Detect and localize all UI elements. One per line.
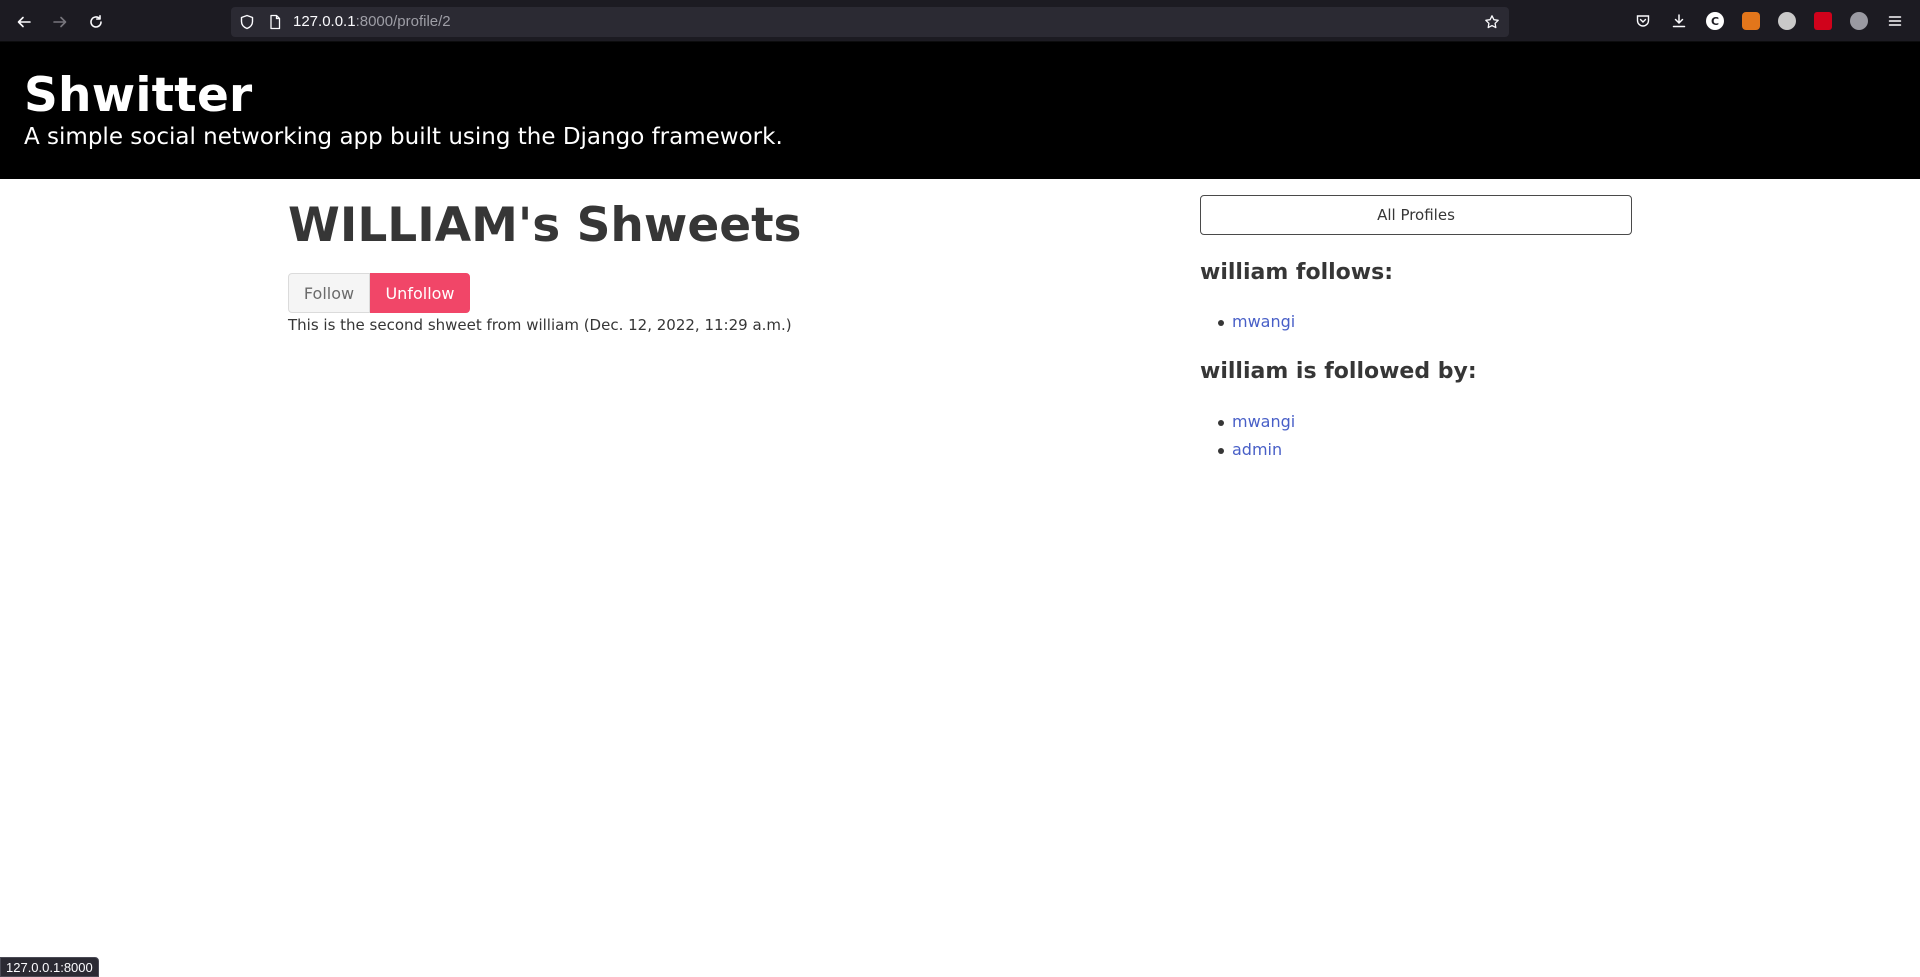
shweet-item: This is the second shweet from william (…: [288, 316, 792, 334]
follow-button[interactable]: Follow: [288, 273, 370, 313]
url-text[interactable]: 127.0.0.1:8000/profile/2: [293, 14, 451, 30]
arrow-right-icon: [53, 16, 67, 28]
follow-button-group: Follow Unfollow: [288, 273, 470, 313]
followed-by-heading: william is followed by:: [1200, 359, 1477, 384]
address-bar[interactable]: 127.0.0.1:8000/profile/2: [231, 7, 1509, 37]
reload-button[interactable]: [82, 8, 110, 36]
bookmark-star-icon[interactable]: [1484, 14, 1500, 30]
browser-toolbar: 127.0.0.1:8000/profile/2 C: [0, 0, 1920, 42]
site-title: Shwitter: [24, 68, 253, 123]
profile-link-mwangi[interactable]: mwangi: [1232, 412, 1295, 431]
pocket-icon[interactable]: [1634, 12, 1652, 30]
url-path: :8000/profile/2: [355, 13, 451, 30]
list-item: admin: [1217, 440, 1295, 468]
robot-extension-icon[interactable]: [1778, 12, 1796, 30]
link-status-bar: 127.0.0.1:8000: [0, 957, 99, 977]
follows-heading: william follows:: [1200, 260, 1394, 285]
list-item: mwangi: [1217, 312, 1295, 340]
forward-button[interactable]: [46, 8, 74, 36]
site-subtitle: A simple social networking app built usi…: [24, 124, 783, 150]
page-icon[interactable]: [267, 14, 283, 30]
metamask-icon[interactable]: [1742, 12, 1760, 30]
profile-link-admin[interactable]: admin: [1232, 440, 1282, 459]
c-extension-icon[interactable]: C: [1706, 12, 1724, 30]
page-title: WILLIAM's Shweets: [288, 198, 802, 253]
reload-icon: [90, 15, 102, 28]
back-button[interactable]: [10, 8, 38, 36]
list-item: mwangi: [1217, 412, 1295, 440]
grey-extension-icon[interactable]: [1850, 12, 1868, 30]
shield-icon[interactable]: [239, 14, 255, 30]
download-icon[interactable]: [1670, 12, 1688, 30]
profile-link-mwangi[interactable]: mwangi: [1232, 312, 1295, 331]
arrow-left-icon: [17, 16, 31, 28]
red-extension-icon[interactable]: [1814, 12, 1832, 30]
followed-by-list: mwangi admin: [1217, 412, 1295, 468]
url-host: 127.0.0.1: [293, 13, 356, 30]
all-profiles-button[interactable]: All Profiles: [1200, 195, 1632, 235]
hero-banner: Shwitter A simple social networking app …: [0, 42, 1920, 179]
unfollow-button[interactable]: Unfollow: [370, 273, 470, 313]
follows-list: mwangi: [1217, 312, 1295, 340]
hamburger-menu-icon[interactable]: [1886, 12, 1904, 30]
